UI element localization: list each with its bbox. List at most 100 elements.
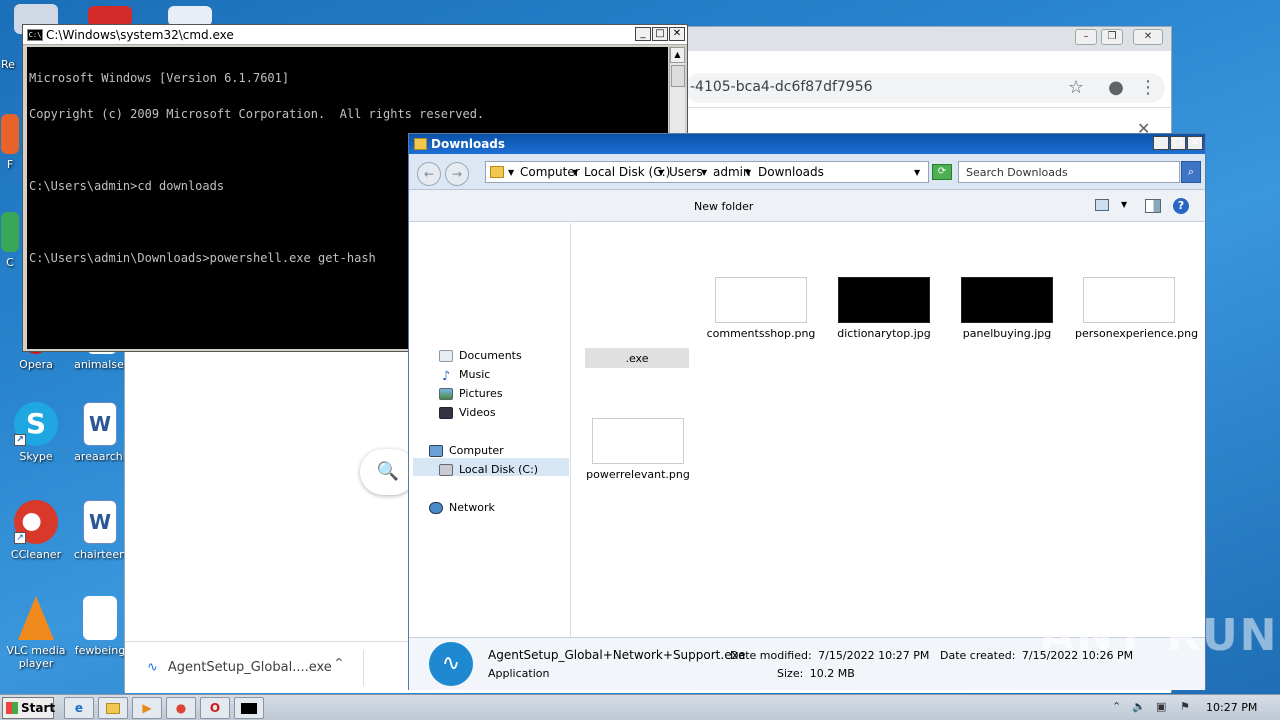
watermark: ANY RUN: [1040, 610, 1279, 661]
desktop-icon-areaarchi[interactable]: W areaarchi: [68, 402, 132, 463]
explorer-toolbar: New folder ▼ ?: [409, 190, 1205, 222]
restore-button[interactable]: ❐: [1101, 29, 1123, 45]
maximize-button[interactable]: □: [652, 27, 668, 41]
breadcrumb[interactable]: ▼ Computer ▼ Local Disk (C:) ▼ Users ▼ a…: [485, 161, 929, 183]
maximize-button[interactable]: □: [1170, 136, 1186, 150]
profile-icon[interactable]: ●: [1103, 75, 1129, 101]
nav-item-pictures[interactable]: Pictures: [439, 387, 503, 400]
chevron-right-icon[interactable]: ▼: [572, 168, 578, 177]
browser-icon: [1, 114, 19, 154]
explorer-window[interactable]: Downloads _ □ ✕ ← → ▼ Computer ▼ Local D…: [408, 133, 1206, 690]
new-folder-button[interactable]: New folder: [694, 200, 753, 213]
chevron-up-icon[interactable]: ⌃: [333, 656, 345, 672]
taskbar-cmd-icon[interactable]: [234, 697, 264, 719]
taskbar-opera-icon[interactable]: O: [200, 697, 230, 719]
refresh-icon[interactable]: ⟳: [932, 164, 952, 180]
nav-item-videos[interactable]: Videos: [439, 406, 496, 419]
download-item[interactable]: ∿ AgentSetup_Global....exe: [147, 660, 332, 675]
scroll-up-icon[interactable]: ▲: [670, 47, 685, 63]
nav-item-computer[interactable]: Computer: [429, 444, 504, 457]
drive-icon: [439, 464, 453, 476]
search-icon[interactable]: ⌕: [1181, 161, 1201, 183]
desktop-icon-fewbeing[interactable]: fewbeing: [68, 596, 132, 657]
taskbar-media-player-icon[interactable]: ▶: [132, 697, 162, 719]
file-name: personexperience.png: [1075, 327, 1199, 340]
start-button[interactable]: Start: [2, 697, 55, 719]
chevron-right-icon[interactable]: ▼: [745, 168, 751, 177]
ccleaner-icon: ↗: [14, 500, 58, 544]
nav-label: Local Disk (C:): [459, 463, 539, 476]
action-center-flag-icon[interactable]: ⚑: [1180, 700, 1190, 713]
document-icon: [168, 6, 212, 26]
nav-item-documents[interactable]: Documents: [439, 349, 522, 362]
cmd-titlebar[interactable]: C:\ C:\Windows\system32\cmd.exe _ □ ✕: [23, 25, 687, 45]
details-date-modified: Date modified: 7/15/2022 10:27 PM: [730, 649, 930, 662]
file-name: dictionarytop.jpg: [837, 327, 931, 340]
network-tray-icon[interactable]: ▣: [1156, 700, 1166, 713]
search-input[interactable]: Search Downloads: [958, 161, 1180, 183]
cmd-icon: C:\: [27, 29, 43, 41]
desktop-icon-vlc[interactable]: VLC media player: [4, 596, 68, 670]
file-thumbnail: [715, 277, 807, 323]
nav-label: Videos: [459, 406, 496, 419]
shortcut-arrow-icon: ↗: [14, 532, 26, 544]
bookmark-star-icon[interactable]: ☆: [1063, 75, 1089, 101]
tray-expand-icon[interactable]: ⌃: [1112, 700, 1121, 713]
minimize-button[interactable]: _: [635, 27, 651, 41]
console-line: Copyright (c) 2009 Microsoft Corporation…: [29, 107, 485, 121]
preview-pane-icon[interactable]: [1145, 199, 1161, 213]
file-item[interactable]: commentsshop.png: [706, 277, 816, 340]
minimize-button[interactable]: _: [1153, 136, 1169, 150]
desktop-icon-label: Opera: [19, 358, 53, 371]
file-thumbnail: [1083, 277, 1175, 323]
back-button[interactable]: ←: [417, 162, 441, 186]
cmd-title: C:\Windows\system32\cmd.exe: [46, 28, 234, 42]
scroll-thumb[interactable]: [671, 65, 685, 87]
navigation-pane[interactable]: Documents ♪ Music Pictures Videos Compute…: [409, 223, 571, 637]
close-button[interactable]: ✕: [1187, 136, 1203, 150]
views-icon[interactable]: [1095, 199, 1109, 211]
nav-item-music[interactable]: ♪ Music: [439, 368, 490, 384]
vlc-icon: [18, 596, 54, 640]
desktop-icon-label: Skype: [19, 450, 53, 463]
forward-button[interactable]: →: [445, 162, 469, 186]
chevron-right-icon[interactable]: ▼: [701, 168, 707, 177]
help-icon[interactable]: ?: [1173, 198, 1189, 214]
file-item[interactable]: .exe: [585, 348, 689, 368]
file-item[interactable]: dictionarytop.jpg: [829, 277, 939, 340]
clock[interactable]: 10:27 PM: [1206, 701, 1257, 714]
taskbar-explorer-icon[interactable]: [98, 697, 128, 719]
explorer-titlebar[interactable]: Downloads _ □ ✕: [409, 134, 1205, 154]
file-item[interactable]: panelbuying.jpg: [952, 277, 1062, 340]
download-file-icon: ∿: [147, 660, 158, 675]
desktop-icon-label: fewbeing: [74, 644, 126, 657]
search-placeholder: Search Downloads: [966, 166, 1068, 179]
nav-item-local-disk[interactable]: Local Disk (C:): [439, 463, 538, 476]
file-item[interactable]: powerrelevant.png: [583, 418, 693, 481]
breadcrumb-computer[interactable]: Computer: [520, 165, 580, 179]
taskbar-chrome-icon[interactable]: ●: [166, 697, 196, 719]
nav-label: Pictures: [459, 387, 503, 400]
breadcrumb-users[interactable]: Users: [669, 165, 703, 179]
url-text[interactable]: -4105-bca4-dc6f87df7956: [690, 79, 873, 95]
chevron-down-icon[interactable]: ▼: [1121, 200, 1127, 209]
volume-icon[interactable]: 🔈: [1132, 700, 1146, 713]
address-dropdown-icon[interactable]: ▼: [914, 168, 920, 177]
chevron-down-icon[interactable]: ▼: [508, 168, 514, 177]
nav-item-network[interactable]: Network: [429, 501, 495, 514]
nav-label: Network: [449, 501, 495, 514]
close-button[interactable]: ✕: [669, 27, 685, 41]
menu-icon[interactable]: ⋮: [1135, 75, 1161, 101]
desktop-icon-label: CCleaner: [10, 548, 62, 561]
chevron-right-icon[interactable]: ▼: [658, 168, 664, 177]
file-item[interactable]: personexperience.png: [1075, 277, 1198, 340]
minimize-button[interactable]: –: [1075, 29, 1097, 45]
breadcrumb-downloads[interactable]: Downloads: [758, 165, 824, 179]
documents-icon: [439, 350, 453, 362]
close-button[interactable]: ✕: [1133, 29, 1163, 45]
desktop-icon-skype[interactable]: S ↗ Skype: [4, 402, 68, 463]
desktop-icon-chairteen[interactable]: W chairteen: [68, 500, 132, 561]
nav-label: Documents: [459, 349, 522, 362]
taskbar-ie-icon[interactable]: e: [64, 697, 94, 719]
desktop-icon-ccleaner[interactable]: ↗ CCleaner: [4, 500, 68, 561]
